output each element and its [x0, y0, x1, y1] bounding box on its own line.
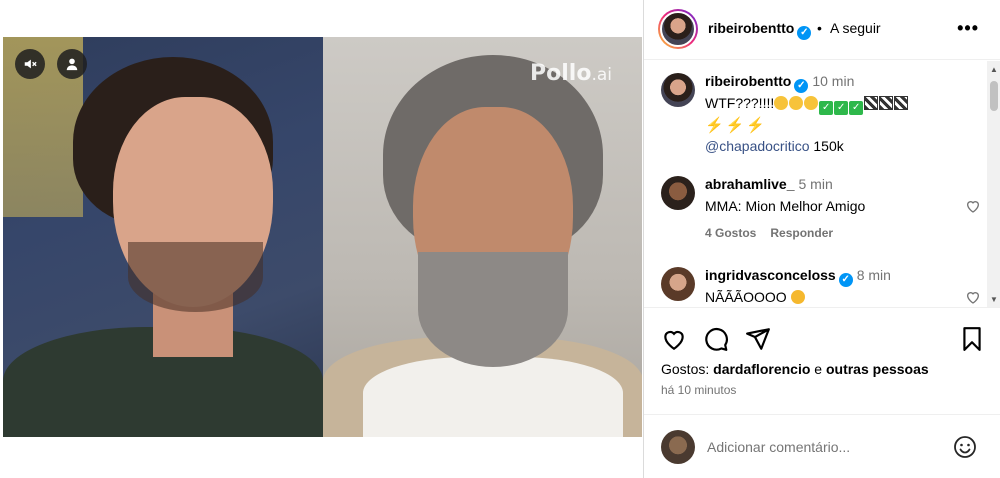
- comment-username-text: ribeirobentto: [705, 73, 792, 89]
- tagged-users-button[interactable]: [57, 49, 87, 79]
- emoji-smiley-icon[interactable]: [953, 435, 977, 459]
- comment-input[interactable]: [707, 439, 937, 455]
- liker-username[interactable]: dardaflorencio: [713, 361, 810, 377]
- confused-face-icon: [774, 96, 789, 110]
- avatar[interactable]: [661, 267, 695, 301]
- comments-list: ribeirobentto ✓ 10 min WTF???!!!! ✓ ✓ ✓ ⚡ ⚡ ⚡ @…: [644, 61, 1000, 308]
- check-mark-icon: ✓: [849, 101, 864, 115]
- share-paper-plane-icon[interactable]: [745, 326, 771, 352]
- avatar[interactable]: [661, 176, 695, 210]
- comment-text-content: NÃÃÃOOOO: [705, 289, 787, 305]
- verified-badge-icon: ✓: [838, 273, 853, 287]
- post-actions: [644, 320, 1000, 356]
- confused-face-icon: [804, 96, 819, 110]
- instagram-post-modal: Pollo.ai ribeirobentto ✓ • A seguir ••• r…: [0, 0, 1000, 478]
- comment-time: 8 min: [856, 267, 891, 283]
- save-bookmark-icon[interactable]: [959, 326, 985, 352]
- user-icon: [66, 58, 78, 71]
- comment-username-text: abrahamlive_: [705, 176, 795, 192]
- add-comment-bar: [644, 414, 1000, 478]
- separator-dot: •: [817, 20, 822, 36]
- like-comment-heart-icon[interactable]: [965, 198, 981, 214]
- likes-middle: e: [814, 361, 823, 377]
- scroll-down-arrow-icon[interactable]: ▼: [990, 295, 998, 304]
- high-voltage-icon: ⚡: [746, 117, 766, 134]
- clapper-board-icon: [879, 96, 894, 110]
- scrollbar-thumb[interactable]: [990, 81, 998, 111]
- following-button[interactable]: A seguir: [830, 20, 881, 36]
- mention-suffix: 150k: [813, 138, 844, 154]
- like-heart-icon[interactable]: [661, 326, 687, 352]
- post-video[interactable]: Pollo.ai: [3, 37, 642, 437]
- comment-username[interactable]: ingridvasconceloss ✓ 8 min: [705, 267, 891, 287]
- beard: [128, 242, 263, 312]
- scroll-up-arrow-icon[interactable]: ▲: [990, 65, 998, 74]
- watermark-main: Pollo: [530, 61, 592, 86]
- comment-username[interactable]: ribeirobentto ✓ 10 min: [705, 73, 854, 93]
- more-options-icon[interactable]: •••: [957, 18, 979, 39]
- beard: [418, 252, 568, 367]
- comment-time: 5 min: [798, 176, 833, 192]
- left-photo: [3, 37, 323, 437]
- comment-bubble-icon[interactable]: [703, 326, 729, 352]
- other-likers[interactable]: outras pessoas: [826, 361, 929, 377]
- author-username[interactable]: ribeirobentto ✓: [708, 20, 812, 40]
- right-photo: Pollo.ai: [323, 37, 642, 437]
- comments-scrollbar[interactable]: ▲ ▼: [987, 61, 1000, 307]
- comment-text: NÃÃÃOOOO: [705, 287, 955, 307]
- comment-text: MMA: Mion Melhor Amigo: [705, 198, 866, 214]
- author-avatar[interactable]: [658, 9, 698, 49]
- shirt: [363, 357, 623, 437]
- post-header: ribeirobentto ✓ • A seguir •••: [644, 0, 1000, 60]
- comment-likes[interactable]: 4 Gostos: [705, 226, 756, 240]
- comment-meta: 4 Gostos Responder: [705, 226, 847, 240]
- caption-comment: ribeirobentto ✓ 10 min WTF???!!!! ✓ ✓ ✓ ⚡ ⚡ ⚡ @…: [661, 73, 981, 156]
- watermark-suffix: .ai: [591, 65, 612, 85]
- clapper-board-icon: [894, 96, 909, 110]
- mute-button[interactable]: [15, 49, 45, 79]
- media-pane: Pollo.ai: [0, 0, 643, 478]
- watermark: Pollo.ai: [530, 61, 612, 86]
- check-mark-icon: ✓: [819, 101, 834, 115]
- tired-face-icon: [790, 290, 805, 304]
- current-user-avatar: [661, 430, 695, 464]
- avatar-image: [660, 11, 696, 47]
- verified-badge-icon: ✓: [797, 26, 812, 40]
- comment-item: abrahamlive_ 5 min MMA: Mion Melhor Amigo…: [661, 176, 981, 246]
- verified-badge-icon: ✓: [794, 79, 809, 93]
- mention-link[interactable]: @chapadocritico: [705, 138, 810, 154]
- avatar[interactable]: [661, 73, 695, 107]
- comment-item: ingridvasconceloss ✓ 8 min NÃÃÃOOOO: [661, 267, 981, 307]
- like-comment-heart-icon[interactable]: [965, 289, 981, 305]
- comment-username[interactable]: abrahamlive_ 5 min: [705, 176, 833, 192]
- comment-time: 10 min: [812, 73, 855, 89]
- comment-username-text: ingridvasconceloss: [705, 267, 836, 283]
- muted-speaker-icon: [24, 59, 37, 69]
- comment-text: WTF???!!!! ✓ ✓ ✓ ⚡ ⚡ ⚡ @chapadocritico 150k: [705, 93, 955, 156]
- likes-prefix: Gostos:: [661, 361, 710, 377]
- caption-text: WTF???!!!!: [705, 95, 775, 111]
- likes-summary[interactable]: Gostos: dardaflorencio e outras pessoas: [661, 361, 929, 377]
- clapper-board-icon: [864, 96, 879, 110]
- author-username-text: ribeirobentto: [708, 20, 795, 36]
- confused-face-icon: [789, 96, 804, 110]
- high-voltage-icon: ⚡: [725, 117, 745, 134]
- check-mark-icon: ✓: [834, 101, 849, 115]
- post-timestamp[interactable]: há 10 minutos: [661, 383, 736, 397]
- high-voltage-icon: ⚡: [705, 117, 724, 134]
- reply-button[interactable]: Responder: [770, 226, 833, 240]
- post-sidebar: ribeirobentto ✓ • A seguir ••• ribeiroben…: [643, 0, 1000, 478]
